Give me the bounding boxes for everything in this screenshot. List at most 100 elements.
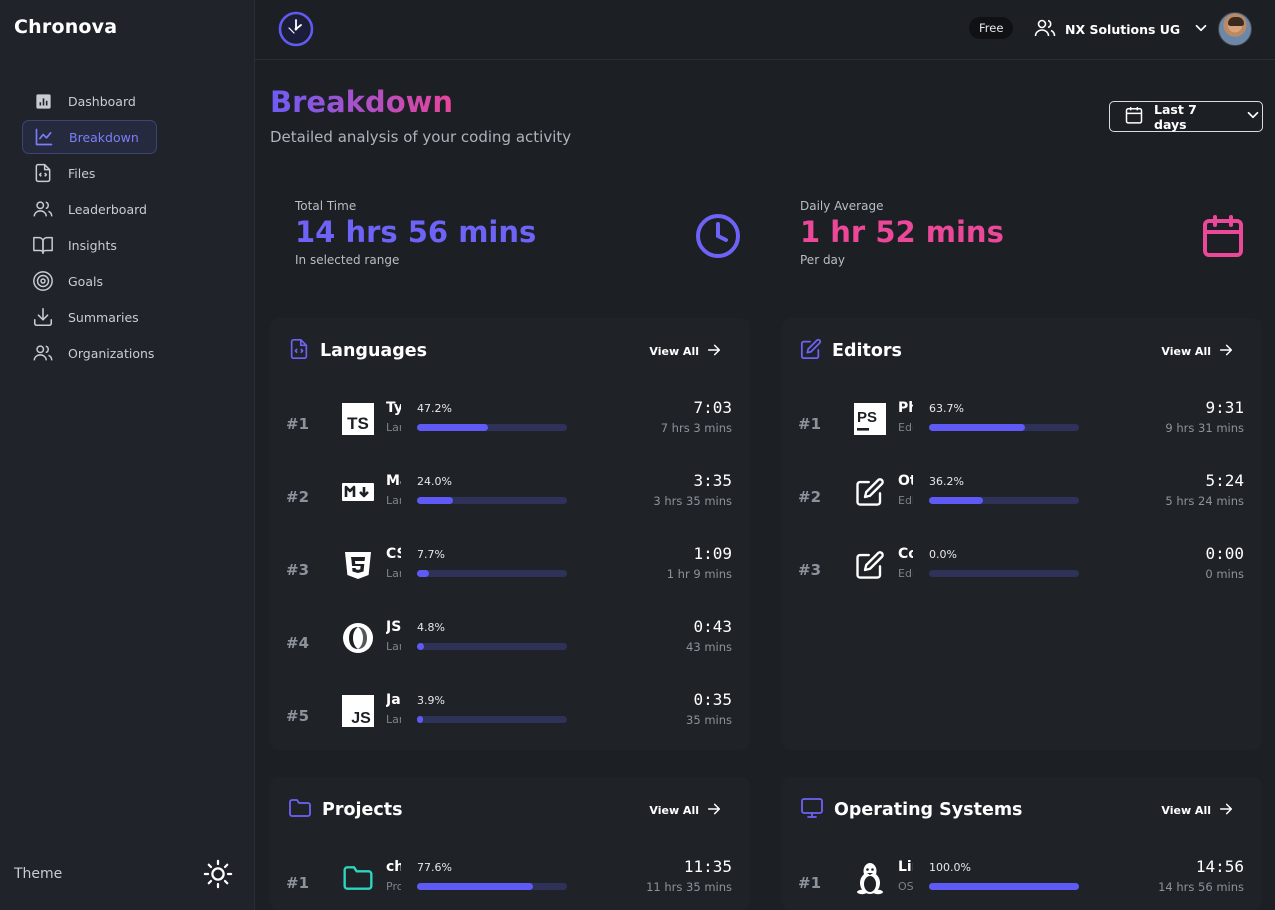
plan-badge: Free (969, 17, 1014, 39)
item-percent: 63.7% (929, 402, 964, 415)
sidebar: Chronova Dashboard Breakdown Files Leade… (0, 0, 255, 910)
list-item[interactable]: #5 JS JavaScript Language 3.9% 0:35 35 m… (270, 690, 750, 754)
item-percent: 47.2% (417, 402, 452, 415)
progress-fill (417, 716, 423, 723)
stat-label: Daily Average (800, 199, 884, 213)
item-category: Language (386, 421, 401, 434)
sidebar-item-insights[interactable]: Insights (22, 228, 157, 262)
list-item[interactable]: #3 Code Editor 0.0% 0:00 0 mins (782, 544, 1262, 608)
view-all-label: View All (1161, 804, 1211, 817)
date-range-label: Last 7 days (1154, 101, 1197, 132)
item-name: Code (898, 546, 913, 562)
list-item[interactable]: #1 Linux OS 100.0% 14:56 14 hrs 56 mins (782, 857, 1262, 910)
list-item[interactable]: #3 CSS Language 7.7% 1:09 1 hr 9 mins (270, 544, 750, 608)
monitor-icon (800, 796, 824, 824)
progress-bar[interactable] (417, 570, 567, 577)
item-name: PhpStorm (898, 400, 913, 416)
item-clock: 3:35 (693, 471, 732, 490)
sidebar-item-summaries[interactable]: Summaries (22, 300, 157, 334)
date-range-dropdown[interactable]: Last 7 days (1109, 101, 1263, 132)
progress-fill (417, 424, 488, 431)
json-icon (342, 622, 374, 654)
list-item[interactable]: #4 JSON Language 4.8% 0:43 43 mins (270, 617, 750, 681)
rank: #5 (286, 707, 310, 725)
item-name: JSON (386, 619, 401, 635)
progress-bar[interactable] (417, 424, 567, 431)
projects-panel: Projects View All #1 chronova Project 77… (270, 777, 750, 910)
sidebar-item-leaderboard[interactable]: Leaderboard (22, 192, 157, 226)
rank: #1 (286, 415, 310, 433)
line-chart-icon (33, 126, 55, 148)
rank: #1 (286, 874, 310, 892)
panel-title: Editors (832, 341, 902, 361)
sidebar-item-breakdown[interactable]: Breakdown (22, 120, 157, 154)
item-clock: 7:03 (693, 398, 732, 417)
arrow-right-icon (1218, 342, 1234, 361)
editors-panel: Editors View All #1 PS PhpStorm Editor 6… (782, 318, 1262, 750)
rank: #2 (286, 488, 310, 506)
sidebar-item-label: Insights (68, 237, 117, 253)
item-clock: 9:31 (1205, 398, 1244, 417)
sidebar-item-goals[interactable]: Goals (22, 264, 157, 298)
list-item[interactable]: #1 chronova Project 77.6% 11:35 11 hrs 3… (270, 857, 750, 910)
progress-bar[interactable] (417, 883, 567, 890)
item-duration: 9 hrs 31 mins (1165, 421, 1244, 435)
progress-bar[interactable] (417, 716, 567, 723)
rank: #3 (798, 561, 822, 579)
typescript-icon: TS (342, 403, 374, 435)
progress-bar[interactable] (929, 497, 1079, 504)
sidebar-item-label: Dashboard (68, 93, 136, 109)
progress-fill (929, 883, 1079, 890)
sidebar-nav: Dashboard Breakdown Files Leaderboard In… (22, 84, 222, 372)
edit-icon (800, 338, 822, 364)
folder-icon (288, 796, 312, 824)
item-clock: 5:24 (1205, 471, 1244, 490)
file-code-icon (288, 338, 310, 364)
target-icon (32, 270, 54, 292)
item-percent: 24.0% (417, 475, 452, 488)
list-item[interactable]: #2 Markdown Language 24.0% 3:35 3 hrs 35… (270, 471, 750, 535)
progress-fill (417, 497, 453, 504)
progress-bar[interactable] (929, 570, 1079, 577)
sidebar-item-files[interactable]: Files (22, 156, 157, 190)
view-all-projects-link[interactable]: View All (649, 801, 722, 820)
progress-fill (417, 883, 534, 890)
item-percent: 4.8% (417, 621, 445, 634)
view-all-label: View All (649, 804, 699, 817)
progress-bar[interactable] (417, 643, 567, 650)
clock-logo-icon[interactable] (278, 11, 314, 47)
item-category: Language (386, 640, 401, 653)
item-duration: 43 mins (686, 640, 732, 654)
list-item[interactable]: #2 Other Editor 36.2% 5:24 5 hrs 24 mins (782, 471, 1262, 535)
rank: #1 (798, 874, 822, 892)
view-all-languages-link[interactable]: View All (649, 342, 722, 361)
user-avatar[interactable] (1218, 12, 1252, 46)
sidebar-item-dashboard[interactable]: Dashboard (22, 84, 157, 118)
view-all-editors-link[interactable]: View All (1161, 342, 1234, 361)
item-percent: 77.6% (417, 861, 452, 874)
item-percent: 36.2% (929, 475, 964, 488)
item-name: CSS (386, 546, 401, 562)
app-brand[interactable]: Chronova (14, 16, 117, 38)
view-all-label: View All (1161, 345, 1211, 358)
page-subtitle: Detailed analysis of your coding activit… (270, 128, 572, 146)
svg-text:PS: PS (857, 409, 877, 426)
panel-header: Projects View All (288, 795, 732, 825)
progress-bar[interactable] (929, 883, 1079, 890)
item-clock: 0:43 (693, 617, 732, 636)
list-item[interactable]: #1 TS TypeScript Language 47.2% 7:03 7 h… (270, 398, 750, 462)
organization-switcher[interactable]: NX Solutions UG (1033, 15, 1210, 43)
svg-text:JS: JS (351, 710, 371, 727)
theme-toggle-button[interactable] (202, 859, 234, 892)
sidebar-item-organizations[interactable]: Organizations (22, 336, 157, 370)
stat-sub: Per day (800, 253, 846, 267)
progress-bar[interactable] (929, 424, 1079, 431)
item-percent: 0.0% (929, 548, 957, 561)
item-name: Markdown (386, 473, 401, 489)
view-all-os-link[interactable]: View All (1161, 801, 1234, 820)
item-name: Other (898, 473, 913, 489)
progress-fill (929, 424, 1025, 431)
sidebar-item-label: Organizations (68, 345, 155, 361)
progress-bar[interactable] (417, 497, 567, 504)
list-item[interactable]: #1 PS PhpStorm Editor 63.7% 9:31 9 hrs 3… (782, 398, 1262, 462)
